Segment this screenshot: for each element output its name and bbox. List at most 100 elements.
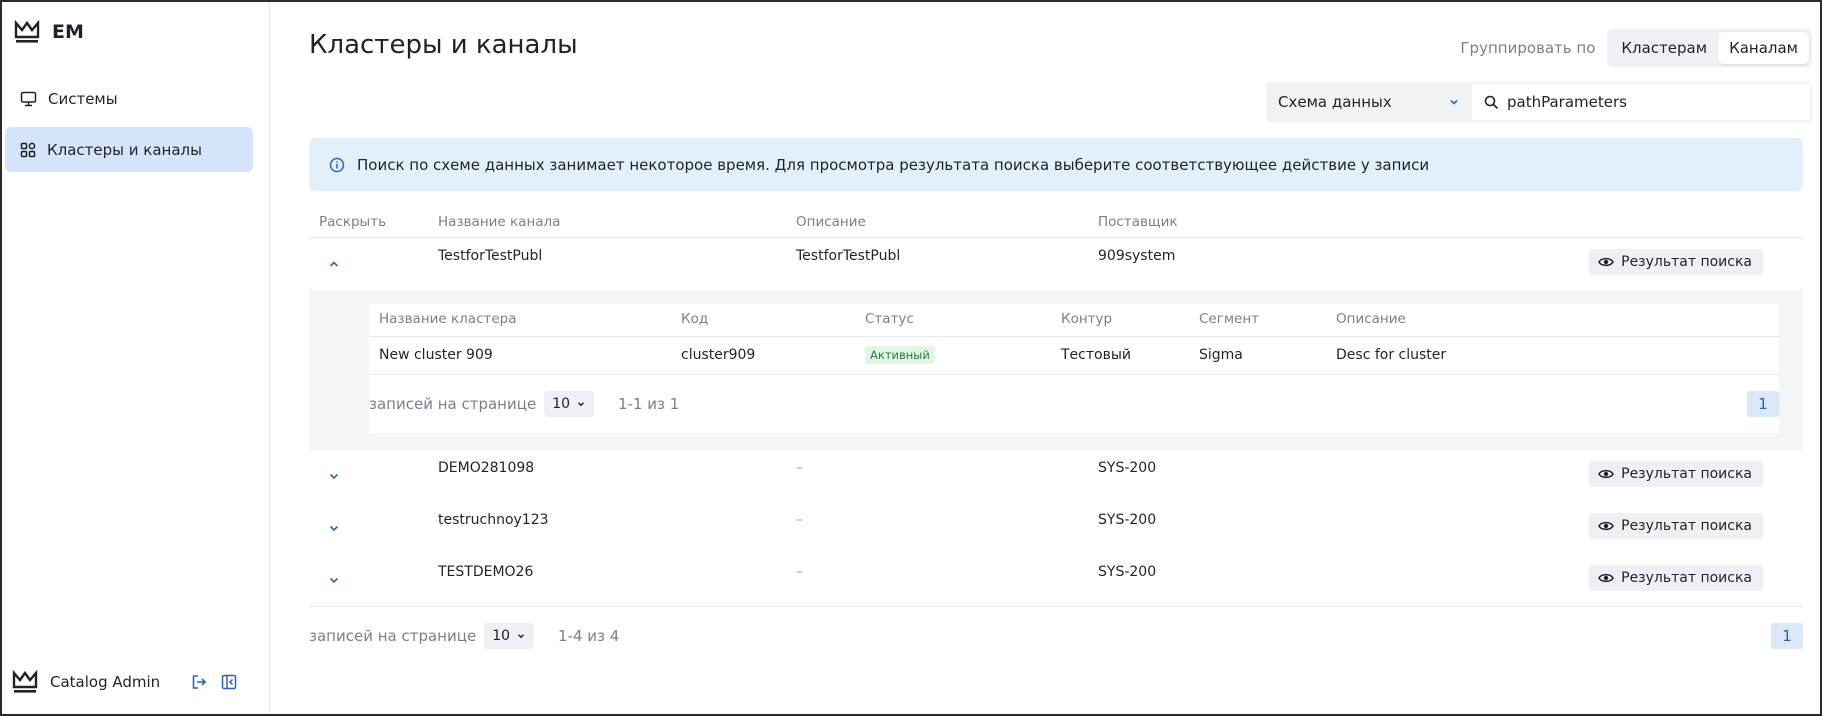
cluster-description: Desc for cluster: [1336, 347, 1447, 363]
search-input[interactable]: [1507, 93, 1797, 111]
search-result-label: Результат поиска: [1621, 466, 1752, 482]
search-bar: Схема данных: [1266, 82, 1812, 122]
per-page-select[interactable]: 10: [544, 391, 595, 417]
chevron-down-icon: [518, 634, 524, 639]
search-result-label: Результат поиска: [1621, 518, 1752, 534]
channel-description: –: [796, 512, 803, 528]
channel-supplier: 909system: [1098, 248, 1176, 264]
column-header-cluster-description: Описание: [1336, 311, 1406, 327]
group-by-clusters-button[interactable]: Кластерам: [1610, 32, 1718, 64]
status-badge: Активный: [865, 346, 935, 364]
sidebar-collapse-icon: [221, 674, 237, 690]
per-page-select[interactable]: 10: [484, 623, 535, 649]
status-badge-label: Активный: [865, 346, 935, 364]
table-row: testruchnoy123 – SYS-200 Результат поиск…: [309, 502, 1803, 554]
cluster-segment: Sigma: [1199, 347, 1243, 363]
app-frame: EM Системы Кластеры и каналы Catalog Adm…: [0, 0, 1822, 716]
search-scope-select[interactable]: Схема данных: [1266, 82, 1472, 122]
column-header-expand: Раскрыть: [319, 214, 387, 230]
table-row: DEMO281098 – SYS-200 Результат поиска: [309, 450, 1803, 502]
clusters-table-header: Название кластера Код Статус Контур Сегм…: [369, 304, 1779, 337]
page-title: Кластеры и каналы: [309, 30, 578, 60]
page-range: 1-1 из 1: [618, 395, 680, 413]
group-by-channels-button[interactable]: Каналам: [1718, 32, 1809, 64]
cluster-name: New cluster 909: [379, 347, 493, 363]
cluster-code: cluster909: [681, 347, 756, 363]
group-by-segmented: Кластерам Каналам: [1607, 29, 1812, 67]
table-pagination: записей на странице 10 1-4 из 4 1: [309, 607, 1803, 665]
column-header-status: Статус: [865, 311, 914, 327]
search-field: [1472, 82, 1812, 122]
group-by-label: Группировать по: [1460, 39, 1596, 57]
table-header: Раскрыть Название канала Описание Постав…: [309, 210, 1803, 238]
search-result-button[interactable]: Результат поиска: [1589, 461, 1763, 487]
eye-icon: [1598, 469, 1614, 479]
sidebar-item-clusters-channels[interactable]: Кластеры и каналы: [5, 127, 253, 172]
search-scope-value: Схема данных: [1278, 93, 1392, 111]
page-button-1[interactable]: 1: [1747, 391, 1779, 417]
eye-icon: [1598, 573, 1614, 583]
app-logo[interactable]: EM: [14, 20, 84, 44]
chevron-down-icon: [578, 402, 584, 407]
table-row: TESTDEMO26 – SYS-200 Результат поиска: [309, 554, 1803, 606]
chevron-up-icon[interactable]: [326, 256, 342, 272]
channel-name: DEMO281098: [438, 460, 535, 476]
chevron-down-icon: [1450, 99, 1458, 105]
channel-description: –: [796, 460, 803, 476]
channel-description: –: [796, 564, 803, 580]
collapse-sidebar-button[interactable]: [220, 673, 238, 691]
chevron-down-icon[interactable]: [326, 520, 342, 536]
page-button-1[interactable]: 1: [1771, 623, 1803, 649]
page-range: 1-4 из 4: [558, 627, 620, 645]
clusters-pagination: записей на странице 10 1-1 из 1 1: [369, 375, 1779, 433]
sidebar-item-label: Системы: [48, 89, 118, 108]
user-name: Catalog Admin: [50, 673, 161, 691]
eye-icon: [1598, 521, 1614, 531]
channel-supplier: SYS-200: [1098, 564, 1157, 580]
table-row: TestforTestPubl TestforTestPubl 909syste…: [309, 238, 1803, 290]
search-result-label: Результат поиска: [1621, 254, 1752, 270]
info-banner: Поиск по схеме данных занимает некоторое…: [309, 138, 1803, 191]
cluster-contour: Тестовый: [1061, 347, 1131, 363]
main-content: Кластеры и каналы Группировать по Класте…: [270, 2, 1820, 714]
sidebar-item-label: Кластеры и каналы: [47, 140, 202, 159]
app-name: EM: [52, 21, 84, 43]
grid-icon: [20, 142, 36, 157]
channel-supplier: SYS-200: [1098, 460, 1157, 476]
logout-icon: [192, 675, 207, 689]
column-header-code: Код: [681, 311, 709, 327]
column-header-description: Описание: [796, 214, 866, 230]
column-header-supplier: Поставщик: [1098, 214, 1178, 230]
sidebar-item-systems[interactable]: Системы: [5, 76, 253, 121]
channel-name: testruchnoy123: [438, 512, 549, 528]
column-header-cluster-name: Название кластера: [379, 311, 517, 327]
channel-description: TestforTestPubl: [796, 248, 901, 264]
logout-button[interactable]: [190, 673, 208, 691]
channel-name: TestforTestPubl: [438, 248, 543, 264]
info-icon: [329, 157, 345, 172]
channel-name: TESTDEMO26: [438, 564, 534, 580]
search-result-button[interactable]: Результат поиска: [1589, 565, 1763, 591]
search-result-label: Результат поиска: [1621, 570, 1752, 586]
chevron-down-icon[interactable]: [326, 468, 342, 484]
search-result-button[interactable]: Результат поиска: [1589, 513, 1763, 539]
crown-icon: [12, 670, 38, 693]
monitor-icon: [20, 91, 37, 106]
column-header-contour: Контур: [1061, 311, 1113, 327]
info-text: Поиск по схеме данных занимает некоторое…: [357, 155, 1430, 174]
expanded-row-panel: Название кластера Код Статус Контур Сегм…: [309, 290, 1803, 450]
channel-supplier: SYS-200: [1098, 512, 1157, 528]
search-result-button[interactable]: Результат поиска: [1589, 249, 1763, 275]
column-header-segment: Сегмент: [1199, 311, 1260, 327]
column-header-channel-name: Название канала: [438, 214, 561, 230]
per-page-label: записей на странице: [309, 627, 477, 645]
group-by-control: Группировать по Кластерам Каналам: [1460, 29, 1812, 67]
clusters-table: Название кластера Код Статус Контур Сегм…: [369, 304, 1779, 433]
sidebar: EM Системы Кластеры и каналы Catalog Adm…: [2, 2, 270, 714]
chevron-down-icon[interactable]: [326, 572, 342, 588]
table-row: New cluster 909 cluster909 Активный Тест…: [369, 337, 1779, 375]
user-panel: Catalog Admin: [12, 670, 238, 694]
per-page-value: 10: [492, 628, 511, 644]
per-page-label: записей на странице: [369, 395, 537, 413]
crown-icon: [14, 20, 40, 43]
